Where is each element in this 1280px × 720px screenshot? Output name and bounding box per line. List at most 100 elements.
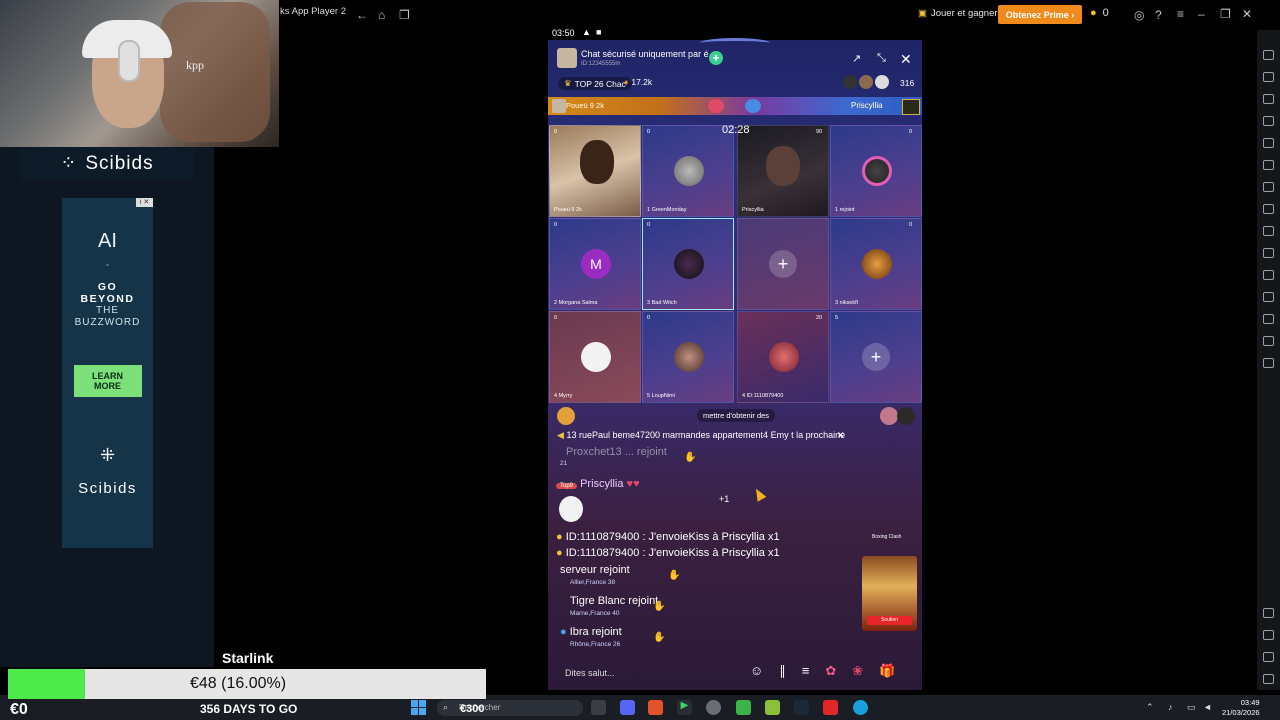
sidebar-apk-icon[interactable]	[1263, 182, 1274, 192]
donation-start: €0	[10, 701, 28, 718]
sidebar-home-icon[interactable]	[1263, 652, 1274, 662]
jouer-et-gagner-button[interactable]: ▣ Jouer et gagner	[918, 8, 998, 19]
gift-box-icon[interactable]: ✿	[825, 663, 836, 679]
ad-go: GO	[97, 281, 118, 293]
seat-2[interactable]: 0 1 GreenMonday	[642, 125, 734, 217]
clock-date: 21/03/2026	[1222, 708, 1260, 717]
bluestacks2-icon[interactable]	[765, 700, 780, 715]
taskview-icon[interactable]	[591, 700, 606, 715]
sidebar-keyboard-icon[interactable]	[1263, 94, 1274, 104]
sidebar-back-icon[interactable]	[1263, 630, 1274, 640]
get-rewards-banner[interactable]: mettre d'obtenir des	[697, 409, 776, 422]
seat-8[interactable]: 0 3 nikavkfl	[830, 218, 922, 310]
seat-6[interactable]: 0 3 Bad Witch	[642, 218, 734, 310]
ad-info-icon[interactable]: i ✕	[136, 198, 153, 207]
sidebar-macro-icon[interactable]	[1263, 226, 1274, 236]
account-icon[interactable]: ◎	[1134, 8, 1144, 22]
learn-more-button[interactable]: LEARN MORE	[73, 365, 142, 397]
follow-plus-button[interactable]: +	[709, 51, 723, 65]
volume-icon[interactable]: ◄	[1203, 702, 1212, 712]
sidebar-screenshot-icon[interactable]	[1263, 160, 1274, 170]
obs-icon[interactable]	[706, 700, 721, 715]
minimize-room-icon[interactable]: ⤡	[877, 52, 886, 65]
ad-brand: Scibids	[78, 480, 137, 497]
menu-icon[interactable]: ≡	[802, 663, 810, 679]
edge-icon[interactable]	[853, 700, 868, 715]
seat-10[interactable]: 0 5 LoupNimi	[642, 311, 734, 403]
rose-icon[interactable]: ❀	[852, 663, 863, 679]
restore-icon[interactable]: ❐	[1220, 7, 1231, 21]
seat-4[interactable]: 0 1 rejoint	[830, 125, 922, 217]
gift-avatar[interactable]	[880, 407, 898, 425]
gift-avatar[interactable]	[897, 407, 915, 425]
sidebar-layers-icon[interactable]	[1263, 336, 1274, 346]
pinned-close-icon[interactable]: ✕	[837, 430, 845, 441]
viewer-avatars[interactable]	[843, 75, 889, 89]
steam-icon[interactable]	[794, 700, 809, 715]
wave-icon[interactable]: ✋	[684, 452, 696, 463]
seat-3[interactable]: 90 Priscyllia	[737, 125, 829, 217]
seat-11[interactable]: 20 4 ID:1110879400	[737, 311, 829, 403]
close-room-icon[interactable]: ✕	[900, 51, 912, 68]
mic-tray-icon[interactable]: ♪	[1168, 702, 1173, 712]
bluestacks-icon[interactable]	[736, 700, 751, 715]
windows-start-icon[interactable]	[411, 700, 426, 715]
share-icon[interactable]: ↗	[852, 52, 861, 65]
pk-left-name: Poueü 9 2k	[566, 101, 604, 110]
youtube-icon[interactable]	[823, 700, 838, 715]
pinned-message: ◀ 13 ruePaul beme47200 marmandes apparte…	[557, 430, 845, 441]
taskbar-search[interactable]: Rechercher	[437, 700, 583, 716]
sidebar-shake-icon[interactable]	[1263, 292, 1274, 302]
back-icon[interactable]: ←	[356, 8, 368, 22]
windows-icon[interactable]: ❐	[399, 8, 410, 22]
ad-beyond: BEYOND	[80, 293, 135, 305]
sidebar-settings-icon[interactable]	[1263, 608, 1274, 618]
sidebar-record-icon[interactable]	[1263, 116, 1274, 126]
seat-12-empty[interactable]: 5 +	[830, 311, 922, 403]
coin-icon: ●	[556, 531, 563, 543]
sidebar-eco-icon[interactable]	[1263, 358, 1274, 368]
dark-avatar	[674, 249, 704, 279]
sidebar-fullscreen-icon[interactable]	[1263, 72, 1274, 82]
seat-count: 5	[835, 315, 839, 321]
help-icon[interactable]: ?	[1155, 8, 1162, 22]
chat-sub: 21	[560, 460, 568, 467]
tray-chevron-icon[interactable]: ⌃	[1146, 702, 1154, 713]
emoji-icon[interactable]: ☺	[750, 663, 763, 679]
close-window-icon[interactable]: ✕	[1242, 7, 1252, 21]
emoji-face-icon[interactable]	[557, 407, 575, 425]
menu-icon[interactable]: ≡	[1177, 7, 1184, 21]
wave-icon[interactable]: ✋	[653, 632, 665, 643]
room-avatar[interactable]	[557, 48, 577, 68]
minimize-icon[interactable]: –	[1198, 7, 1205, 21]
discord-icon[interactable]	[620, 700, 635, 715]
sidebar-instances-icon[interactable]	[1263, 248, 1274, 258]
app-icon[interactable]: ▶	[677, 700, 692, 715]
network-icon[interactable]: ▭	[1187, 702, 1196, 713]
food-avatar	[862, 249, 892, 279]
seat-5[interactable]: M 0 2 Morgana Salma	[549, 218, 641, 310]
chat-input[interactable]: Dites salut...	[565, 668, 615, 678]
brave-icon[interactable]	[648, 700, 663, 715]
mic-icon[interactable]: ∥	[779, 663, 786, 679]
taskbar-clock[interactable]: 03:49 21/03/2026	[1222, 698, 1260, 718]
top-rank-badge[interactable]: ♛ TOP 26 Chac	[558, 77, 632, 90]
seat-1[interactable]: 0 Poueü 9 2k	[549, 125, 641, 217]
seat-9[interactable]: 0 4 Myrry	[549, 311, 641, 403]
seat-count: 0	[909, 129, 913, 135]
seat-7-empty[interactable]: +	[737, 218, 829, 310]
sidebar-gamepad-icon[interactable]	[1263, 138, 1274, 148]
sidebar-recent-icon[interactable]	[1263, 674, 1274, 684]
sidebar-rotate-icon[interactable]	[1263, 270, 1274, 280]
sidebar-folder-icon[interactable]	[1263, 204, 1274, 214]
sidebar-volume-icon[interactable]	[1263, 50, 1274, 60]
gift-icon[interactable]: 🎁	[879, 663, 895, 679]
viewer-count[interactable]: 316	[900, 78, 914, 88]
sidebar-location-icon[interactable]	[1263, 314, 1274, 324]
prime-button[interactable]: Obtenez Prime ›	[998, 5, 1082, 24]
wave-icon[interactable]: ✋	[653, 601, 665, 612]
promo-button[interactable]: Soutien	[867, 616, 912, 625]
home-icon[interactable]: ⌂	[378, 8, 385, 22]
wave-icon[interactable]: ✋	[668, 570, 680, 581]
scibids-ad[interactable]: AI - GO BEYOND THE BUZZWORD LEARN MORE ⁜…	[62, 198, 153, 548]
